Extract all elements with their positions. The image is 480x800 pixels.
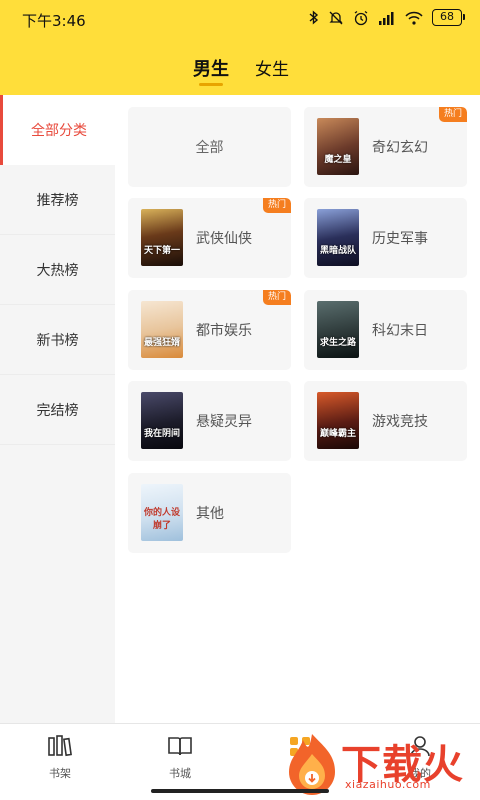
- category-card-all[interactable]: 全部: [128, 107, 291, 187]
- book-cover: 巅峰霸主: [317, 392, 359, 449]
- open-book-icon: [167, 737, 193, 762]
- category-label: 游戏竞技: [372, 414, 428, 430]
- tab-male[interactable]: 男生: [193, 55, 229, 81]
- sidebar-item-recommended[interactable]: 推荐榜: [0, 165, 115, 235]
- cover-title: 最强狂婿: [143, 338, 180, 348]
- sidebar-item-popular[interactable]: 大热榜: [0, 235, 115, 305]
- sidebar-item-label: 完结榜: [36, 402, 79, 419]
- ranking-sidebar: 全部分类 推荐榜 大热榜 新书榜 完结榜: [0, 95, 115, 723]
- category-label: 科幻末日: [372, 323, 428, 339]
- book-cover: 天下第一: [141, 209, 183, 266]
- sidebar-item-label: 全部分类: [31, 123, 87, 139]
- bluetooth-icon: [309, 10, 319, 25]
- sidebar-item-label: 新书榜: [36, 332, 79, 349]
- mute-bell-icon: [328, 10, 344, 26]
- sidebar-item-all-categories[interactable]: 全部分类: [0, 95, 115, 165]
- cover-title: 求生之路: [319, 338, 356, 348]
- category-label: 悬疑灵异: [196, 414, 252, 430]
- signal-icon: [378, 11, 396, 25]
- category-label: 都市娱乐: [196, 323, 252, 339]
- category-label: 历史军事: [372, 231, 428, 247]
- nav-item-bookshelf[interactable]: 书架: [30, 734, 90, 781]
- watermark-url: xiazaihuo.com: [345, 778, 431, 791]
- category-label: 武侠仙侠: [196, 231, 252, 247]
- category-card-wuxia[interactable]: 天下第一 武侠仙侠 热门: [128, 198, 291, 278]
- wifi-icon: [405, 11, 423, 25]
- category-card-urban[interactable]: 最强狂婿 都市娱乐 热门: [128, 290, 291, 370]
- nav-label: 书架: [49, 767, 71, 780]
- category-card-suspense[interactable]: 我在阴间 悬疑灵异: [128, 381, 291, 461]
- header: 下午3:46 68 男生 女生: [0, 0, 480, 95]
- battery-indicator: 68: [432, 9, 465, 26]
- home-indicator: [151, 789, 329, 793]
- category-label: 奇幻玄幻: [372, 140, 428, 156]
- alarm-icon: [353, 10, 369, 26]
- hot-badge: 热门: [438, 107, 467, 122]
- active-tab-indicator: [199, 83, 223, 86]
- cover-title: 黑暗战队: [319, 246, 356, 256]
- cover-title: 你的人设崩了: [143, 508, 180, 531]
- book-cover: 你的人设崩了: [141, 484, 183, 541]
- book-cover: 魔之皇: [317, 118, 359, 175]
- cover-title: 我在阴间: [143, 429, 180, 439]
- cover-title: 魔之皇: [324, 155, 352, 165]
- hot-badge: 热门: [262, 198, 291, 213]
- gender-tabs: 男生 女生: [0, 55, 480, 86]
- cover-title: 天下第一: [143, 246, 180, 256]
- status-time: 下午3:46: [22, 12, 86, 30]
- sidebar-item-label: 大热榜: [36, 262, 79, 279]
- status-icons: 68: [309, 9, 465, 26]
- cover-title: 巅峰霸主: [319, 429, 356, 439]
- category-label: 其他: [196, 506, 224, 522]
- tab-female[interactable]: 女生: [255, 55, 289, 80]
- category-card-other[interactable]: 你的人设崩了 其他: [128, 473, 291, 553]
- nav-item-bookstore[interactable]: 书城: [150, 734, 210, 781]
- book-cover: 求生之路: [317, 301, 359, 358]
- sidebar-item-completed[interactable]: 完结榜: [0, 375, 115, 445]
- category-card-fantasy[interactable]: 魔之皇 奇幻玄幻 热门: [304, 107, 467, 187]
- book-cover: 黑暗战队: [317, 209, 359, 266]
- category-card-gaming[interactable]: 巅峰霸主 游戏竞技: [304, 381, 467, 461]
- sidebar-item-new-books[interactable]: 新书榜: [0, 305, 115, 375]
- category-grid: 全部 魔之皇 奇幻玄幻 热门 天下第一 武侠仙侠 热门 黑暗战队 历史军事 最强…: [115, 95, 480, 723]
- book-cover: 我在阴间: [141, 392, 183, 449]
- category-card-scifi[interactable]: 求生之路 科幻末日: [304, 290, 467, 370]
- hot-badge: 热门: [262, 290, 291, 305]
- nav-label: 书城: [169, 767, 191, 780]
- sidebar-item-label: 推荐榜: [36, 192, 79, 209]
- category-label: 全部: [195, 140, 224, 156]
- book-cover: 最强狂婿: [141, 301, 183, 358]
- bookshelf-icon: [47, 735, 73, 762]
- category-card-history[interactable]: 黑暗战队 历史军事: [304, 198, 467, 278]
